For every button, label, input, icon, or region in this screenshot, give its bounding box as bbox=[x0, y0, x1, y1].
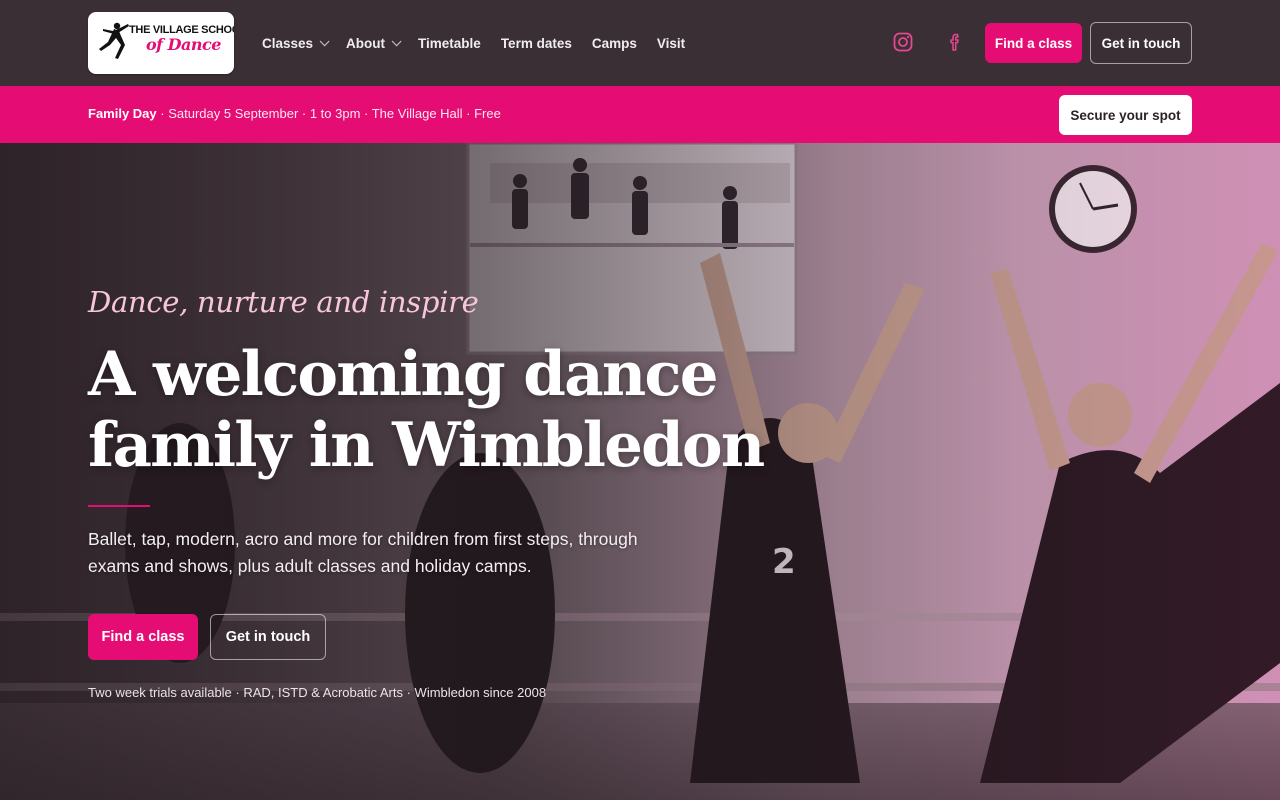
nav-item-label: Timetable bbox=[418, 35, 481, 51]
instagram-icon bbox=[893, 32, 913, 52]
nav-item-timetable[interactable]: Timetable bbox=[418, 36, 481, 51]
find-class-button[interactable]: Find a class bbox=[985, 23, 1082, 63]
nav-item-label: Visit bbox=[656, 35, 686, 51]
hero-meta: Two week trials available · RAD, ISTD & … bbox=[88, 685, 547, 700]
get-in-touch-button[interactable]: Get in touch bbox=[1090, 22, 1192, 64]
hero-get-in-touch-button[interactable]: Get in touch bbox=[210, 614, 326, 660]
nav-item-label: Camps bbox=[591, 35, 637, 51]
hero-eyebrow: Dance, nurture and inspire bbox=[88, 285, 479, 319]
nav-item-label: About bbox=[346, 35, 386, 51]
site-logo[interactable]: THE VILLAGE SCHOOL of Dance bbox=[88, 12, 234, 74]
banner-event: Family Day bbox=[88, 106, 157, 121]
chevron-down-icon bbox=[391, 35, 402, 46]
hero-find-class-button[interactable]: Find a class bbox=[88, 614, 198, 660]
instagram-link[interactable] bbox=[892, 31, 914, 53]
hero-section: 2 Dance, nurture and inspire A welcoming… bbox=[0, 143, 1280, 800]
nav-item-visit[interactable]: Visit bbox=[657, 36, 685, 51]
site-header: THE VILLAGE SCHOOL of Dance Classes Abou… bbox=[0, 0, 1280, 86]
main-nav: Classes About Timetable Term dates Camps… bbox=[262, 33, 705, 53]
nav-item-camps[interactable]: Camps bbox=[592, 36, 637, 51]
accent-divider bbox=[88, 505, 150, 507]
facebook-link[interactable] bbox=[944, 31, 966, 53]
facebook-icon bbox=[950, 33, 959, 51]
hero-headline: A welcoming dance family in Wimbledon bbox=[88, 339, 765, 481]
chevron-down-icon bbox=[319, 35, 330, 46]
nav-item-term-dates[interactable]: Term dates bbox=[501, 36, 572, 51]
nav-item-label: Classes bbox=[262, 35, 314, 51]
nav-item-label: Term dates bbox=[500, 35, 572, 51]
logo-script-text: of Dance bbox=[146, 35, 221, 54]
nav-item-about[interactable]: About bbox=[346, 35, 402, 51]
secure-spot-button[interactable]: Secure your spot bbox=[1059, 95, 1192, 135]
nav-item-classes[interactable]: Classes bbox=[262, 35, 330, 51]
hero-description: Ballet, tap, modern, acro and more for c… bbox=[88, 529, 638, 576]
banner-details: · Saturday 5 September · 1 to 3pm · The … bbox=[156, 106, 501, 121]
announcement-banner: Family Day · Saturday 5 September · 1 to… bbox=[0, 86, 1280, 143]
banner-text: Family Day · Saturday 5 September · 1 to… bbox=[88, 106, 501, 121]
